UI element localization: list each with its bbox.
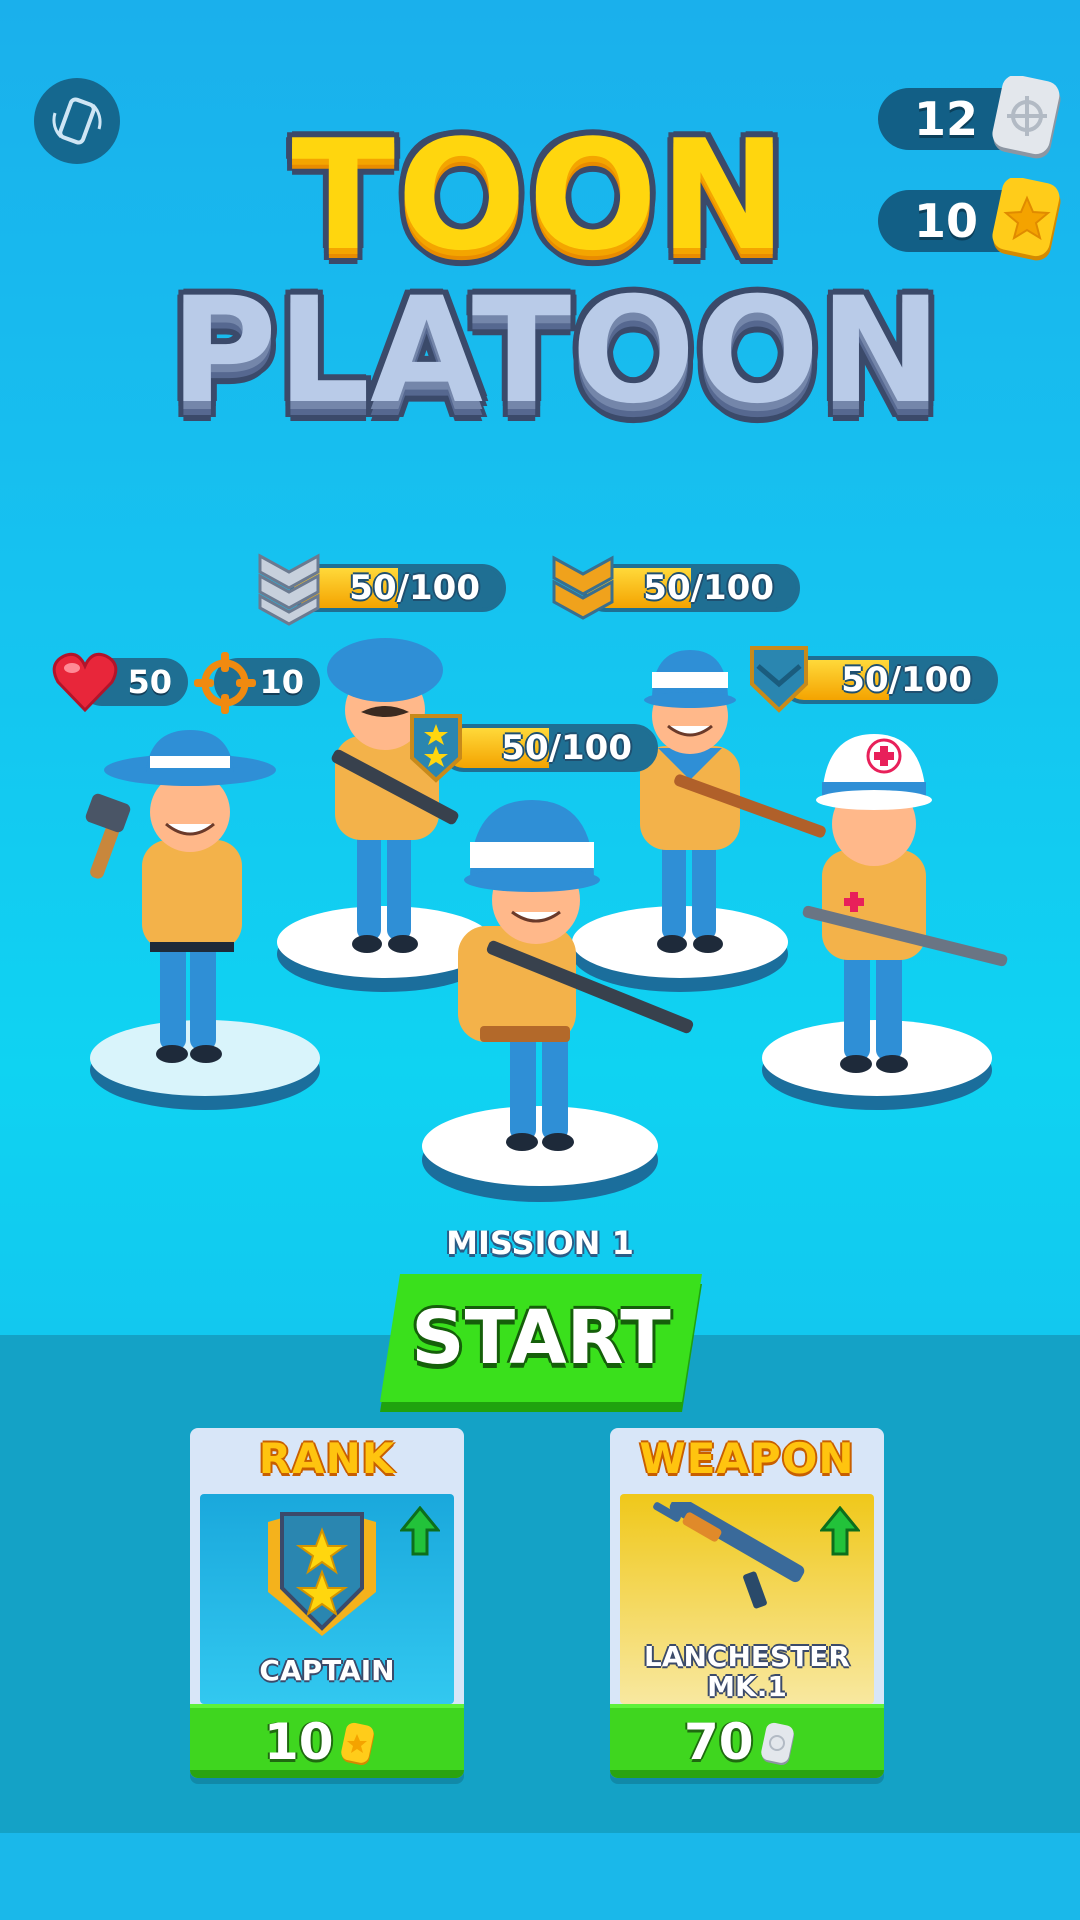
weapon-upgrade-arrow-icon (820, 1506, 860, 1556)
footer-strip (0, 1833, 1080, 1920)
weapon-card[interactable]: WEAPON LANCHESTER MK.1 70 (610, 1428, 884, 1778)
health-value: 50 (127, 663, 172, 701)
heart-icon (52, 652, 118, 713)
weapon-card-title: WEAPON (639, 1434, 855, 1483)
start-button-label: START (411, 1295, 671, 1381)
rank-card[interactable]: RANK CAPTAIN 10 (190, 1428, 464, 1778)
weapon-upgrade-cost-button[interactable]: 70 (610, 1704, 884, 1778)
silver-currency-value: 12 (914, 92, 979, 146)
weapon-name-line-1: LANCHESTER (643, 1640, 850, 1673)
weapon-card-panel: LANCHESTER MK.1 (620, 1494, 874, 1704)
xp-text-captain: 50/100 (501, 728, 632, 768)
silver-crosshair-coin-icon (992, 76, 1061, 159)
rank-cost-value: 10 (264, 1713, 334, 1771)
gold-star-coin-icon (992, 178, 1061, 261)
rank-name: CAPTAIN (259, 1654, 395, 1687)
logo-line-2: PLATOON (170, 266, 942, 436)
weapon-cost-value: 70 (684, 1713, 754, 1771)
soldier-medic[interactable] (780, 720, 1020, 1090)
xp-text-medic: 50/100 (841, 660, 972, 700)
soldier-captain[interactable] (440, 780, 700, 1170)
chevrons-2-icon (552, 555, 614, 620)
xp-bar-heavy: 50/100 (290, 564, 506, 612)
rank-upgrade-cost-button[interactable]: 10 (190, 1704, 464, 1778)
crosshair-icon (194, 652, 256, 714)
rank-card-panel: CAPTAIN (200, 1494, 454, 1704)
chevron-1-icon (750, 646, 808, 713)
weapon-name-line-2: MK.1 (707, 1670, 787, 1703)
xp-text-sniper: 50/100 (643, 568, 774, 608)
rotate-device-button[interactable] (34, 78, 120, 164)
rank-card-title: RANK (258, 1434, 396, 1483)
xp-text-heavy: 50/100 (349, 568, 480, 608)
lanchester-gun-icon (653, 1502, 805, 1609)
start-button[interactable]: START (380, 1274, 702, 1412)
damage-value: 10 (259, 663, 304, 701)
chevrons-3-icon (258, 553, 320, 626)
mission-label: MISSION 1 (446, 1224, 634, 1262)
captain-rank-emblem-icon (268, 1512, 376, 1636)
game-logo: TOON PLATOON (170, 107, 942, 460)
xp-bar-medic: 50/100 (780, 656, 998, 704)
xp-bar-captain: 50/100 (440, 724, 658, 772)
captain-stars-icon (410, 714, 462, 783)
gold-currency-value: 10 (914, 194, 979, 248)
silver-crosshair-coin-icon (761, 1722, 795, 1766)
rank-upgrade-arrow-icon (400, 1506, 440, 1556)
soldier-heavy[interactable] (80, 720, 310, 1080)
logo-line-1: TOON (291, 107, 789, 284)
gold-star-coin-icon (341, 1722, 375, 1766)
rotate-device-icon (52, 97, 102, 145)
